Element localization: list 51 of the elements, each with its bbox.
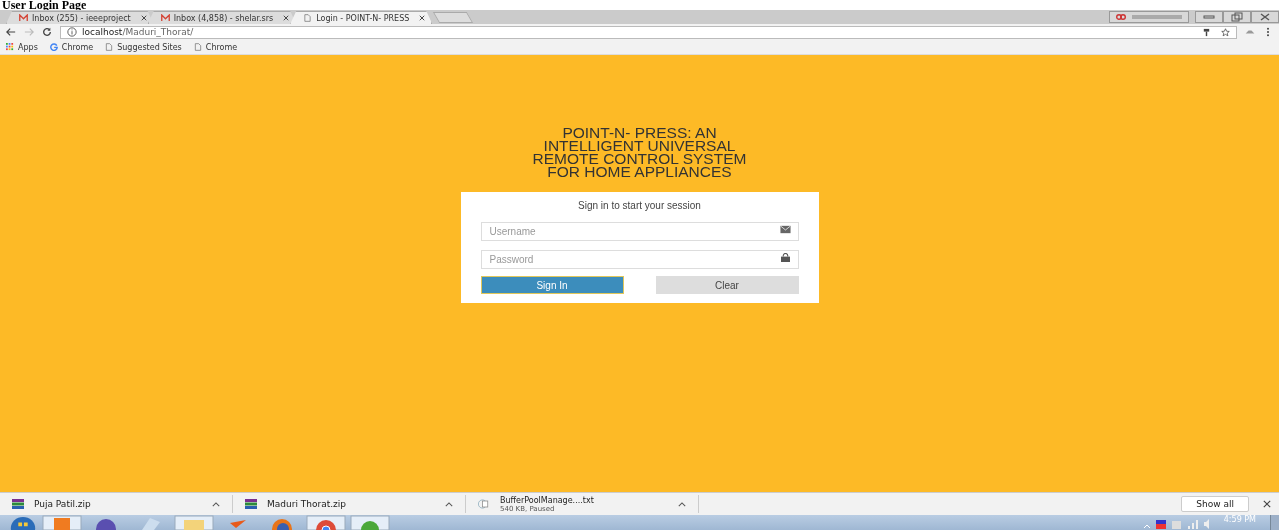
profile-button[interactable] [1109,11,1189,23]
bookmark-link[interactable]: Chrome [49,42,94,52]
tray-icons-drawing[interactable] [1141,518,1212,530]
bookmark-link[interactable]: Chrome [193,42,238,52]
restore-button[interactable] [1223,11,1251,23]
blurred-label [1132,15,1182,19]
input-field[interactable]: Username [480,222,799,241]
address-field[interactable]: localhost/Maduri_Thorat/ [60,25,1237,39]
archive-icon [245,499,257,509]
input-field[interactable]: Password [480,250,799,269]
close-icon[interactable] [283,15,290,21]
close-icon [1259,13,1271,21]
lock-icon [779,253,791,262]
close-window-button[interactable] [1251,11,1279,23]
key-icon[interactable] [1202,27,1211,37]
mail-icon [160,14,170,22]
bookmark-link[interactable]: Suggested Sites [105,42,182,52]
download-name[interactable]: Puja Patil.zip [34,499,202,509]
close-icon[interactable] [1263,500,1271,508]
bookmark-link[interactable]: Apps [6,42,38,52]
clear-button[interactable]: Clear [655,276,799,294]
sign-in-button[interactable]: Sign In [480,276,624,294]
page-icon [105,43,114,51]
caret-icon[interactable] [445,501,453,507]
download-name[interactable]: Maduri Thorat.zip [267,499,435,509]
mail-icon [19,14,28,22]
rings-icon [1116,13,1126,21]
start-button[interactable] [8,515,38,530]
close-icon[interactable] [419,15,426,21]
download-name[interactable]: BufferPoolManage....txt [500,495,668,505]
login-subtitle: Sign in to start your session [577,200,702,211]
minimize-icon [1203,14,1215,20]
show-all-button[interactable]: Show all [1181,496,1249,512]
clock: 4:59 PM [1223,515,1256,524]
envelope-icon [779,225,791,234]
caret-icon[interactable] [678,501,686,507]
page-icon [303,14,313,22]
caret-icon[interactable] [212,501,220,507]
page-icon [193,43,202,51]
info-icon[interactable] [67,27,77,37]
archive-icon [12,499,24,509]
restore-icon [1231,12,1243,22]
g-logo-icon [49,43,58,51]
back-icon[interactable] [6,27,16,37]
close-icon[interactable] [140,15,147,21]
star-icon[interactable] [1221,27,1230,37]
browser-tab[interactable]: Login - POINT-N- PRESS [290,11,433,24]
apps-grid-icon [6,43,14,51]
reload-icon[interactable] [42,27,52,37]
file-icon [478,499,490,509]
app-title: POINT-N- PRESS: AN INTELLIGENT UNIVERSAL REMOTE CONTROL SYSTEM FOR HOME APPLIANCES [532,126,747,178]
